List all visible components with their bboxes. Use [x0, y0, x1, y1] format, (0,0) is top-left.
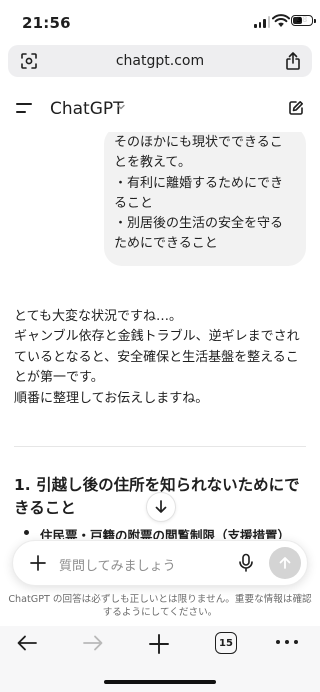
send-button[interactable] — [269, 547, 301, 579]
user-message-line: ・別居後の生活の安全を守る — [114, 216, 284, 232]
model-selector-label[interactable]: ChatGPT — [50, 99, 124, 119]
scroll-to-bottom-button[interactable] — [146, 492, 176, 522]
message-input[interactable]: 質問してみましょう — [59, 555, 176, 574]
status-time: 21:56 — [22, 14, 71, 32]
menu-icon[interactable] — [16, 103, 32, 115]
arrow-down-icon — [155, 500, 167, 513]
new-chat-icon[interactable] — [288, 100, 304, 116]
assistant-line: ギャンブル依存と金銭トラブル、逆ギレまでされ — [14, 329, 300, 345]
arrow-up-icon — [279, 557, 291, 569]
disclaimer-line: するようにしてください。 — [102, 607, 218, 618]
home-indicator-area — [0, 664, 320, 692]
browser-toolbar: 15 — [0, 626, 320, 664]
user-message-text: そのほかにも現状でできるこ とを教えて。 ・有利に離婚するためにでき ること ・… — [114, 133, 302, 255]
user-message-line: ためにできること — [114, 236, 218, 252]
assistant-line: とが第一です。 — [14, 370, 104, 386]
address-bar[interactable]: chatgpt.com — [8, 45, 312, 77]
home-indicator[interactable] — [104, 680, 216, 684]
user-message-line: そのほかにも現状でできるこ — [114, 135, 283, 150]
app-header-overlay: ChatGPT — [0, 88, 320, 130]
new-tab-plus-icon[interactable] — [147, 632, 171, 656]
assistant-line: 順番に整理してお伝えしますね。 — [14, 390, 209, 406]
cellular-signal-icon — [254, 16, 270, 28]
url-text[interactable]: chatgpt.com — [8, 53, 312, 69]
share-icon[interactable] — [284, 51, 302, 71]
disclaimer-line: ChatGPT の回答は必ずしも正しいとは限りません。重要な情報は確認 — [8, 594, 312, 605]
disclaimer: ChatGPT の回答は必ずしも正しいとは限りません。重要な情報は確認 するよう… — [8, 593, 312, 619]
forward-arrow-icon[interactable] — [82, 634, 104, 652]
bullet-marker — [24, 530, 29, 535]
wifi-icon — [272, 14, 290, 27]
user-message-line: ること — [114, 195, 154, 211]
assistant-line: とても大変な状況ですね…。 — [14, 309, 182, 324]
message-composer[interactable]: 質問してみましょう — [12, 540, 308, 586]
assistant-line: ているとなると、安全確保と生活基盤を整えるこ — [14, 349, 299, 365]
battery-level: 38 — [296, 15, 308, 24]
more-options-icon[interactable] — [276, 640, 298, 646]
back-arrow-icon[interactable] — [16, 634, 38, 652]
bullet-item-partial: 住民票・戸籍の附票の閲覧制限（支援措置） — [40, 528, 291, 539]
assistant-message: とても大変な状況ですね…。 ギャンブル依存と金銭トラブル、逆ギレまでされ ている… — [14, 307, 308, 409]
status-bar: 21:56 38 — [0, 0, 320, 44]
battery-icon: 38 — [291, 15, 316, 26]
chevron-down-icon[interactable] — [116, 102, 126, 112]
section-divider — [14, 446, 306, 447]
tab-switcher-button[interactable]: 15 — [215, 632, 237, 654]
plus-icon[interactable] — [29, 554, 47, 572]
microphone-icon[interactable] — [237, 553, 255, 573]
user-message-line: ・有利に離婚するためにでき — [114, 175, 284, 191]
user-message-line: とを教えて。 — [114, 155, 191, 171]
